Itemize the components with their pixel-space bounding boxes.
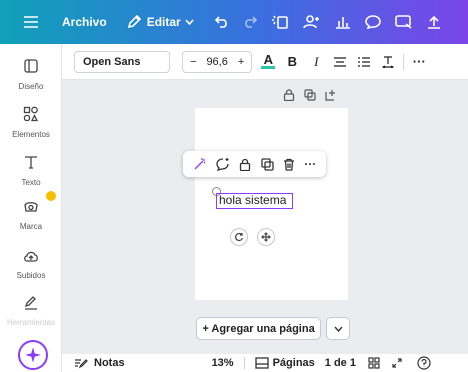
left-sidebar: Diseño Elementos Texto Marca Subidos Her… — [0, 44, 62, 372]
add-page-options-button[interactable] — [326, 317, 350, 340]
bold-button[interactable]: B — [280, 50, 304, 74]
sidebar-item-elementos[interactable]: Elementos — [0, 106, 62, 139]
premium-badge — [46, 191, 56, 201]
more-options-button[interactable]: ··· — [407, 50, 431, 74]
undo-icon[interactable] — [208, 0, 236, 44]
page-count: 1 de 1 — [324, 357, 356, 369]
font-size-input[interactable]: 96,6 — [203, 56, 230, 68]
lock-element-icon[interactable] — [239, 158, 251, 171]
move-button[interactable] — [257, 228, 275, 246]
layout-icon — [23, 58, 39, 74]
text-color-letter: A — [263, 52, 273, 67]
rotate-icon — [234, 232, 244, 242]
sidebar-item-subidos[interactable]: Subidos — [0, 249, 62, 280]
sidebar-item-label: Subidos — [16, 271, 46, 280]
trash-icon[interactable] — [283, 158, 295, 171]
decrease-size-button[interactable]: − — [183, 56, 203, 68]
font-family-select[interactable]: Open Sans — [74, 50, 170, 73]
bottom-divider — [243, 357, 245, 369]
italic-button[interactable]: I — [304, 50, 328, 74]
sidebar-item-texto[interactable]: Texto — [0, 154, 62, 187]
spacing-icon[interactable] — [376, 50, 400, 74]
duplicate-page-icon[interactable] — [304, 89, 316, 101]
element-context-menu: ··· — [183, 151, 326, 177]
sidebar-item-herramientas[interactable]: Herramientas — [0, 296, 62, 327]
top-bar: Archivo Editar — [0, 0, 468, 44]
draw-icon — [23, 296, 39, 310]
chevron-down-icon — [333, 326, 343, 332]
brand-icon — [23, 198, 39, 214]
sidebar-item-label: Herramientas — [6, 318, 55, 327]
menu-editar[interactable]: Editar — [147, 15, 181, 29]
analytics-icon[interactable] — [328, 0, 358, 44]
rotate-button[interactable] — [230, 228, 248, 246]
comment-add-icon[interactable] — [216, 157, 230, 171]
comment-icon[interactable] — [358, 0, 388, 44]
text-color-button[interactable]: A — [256, 50, 280, 74]
save-status-icon[interactable] — [264, 0, 296, 44]
sparkle-icon — [26, 348, 40, 362]
fullscreen-icon[interactable] — [392, 358, 402, 368]
page-tools — [283, 89, 337, 101]
notes-icon — [74, 357, 88, 369]
pages-button[interactable]: Páginas — [273, 357, 315, 369]
text-color-bar — [261, 66, 276, 69]
font-size-control: − 96,6 + — [182, 50, 253, 73]
sidebar-item-label: Elementos — [12, 130, 50, 139]
cloud-upload-icon — [23, 249, 39, 263]
duplicate-icon[interactable] — [260, 157, 274, 171]
menu-archivo[interactable]: Archivo — [62, 15, 107, 29]
menu-icon[interactable] — [0, 0, 62, 44]
more-actions-button[interactable]: ··· — [304, 157, 316, 171]
share-people-icon[interactable] — [296, 0, 328, 44]
increase-size-button[interactable]: + — [231, 56, 251, 68]
selected-text-element[interactable]: hola sistema — [216, 193, 293, 209]
move-icon — [261, 232, 271, 242]
toolbar-divider — [403, 53, 405, 70]
text-icon — [23, 154, 39, 170]
align-center-icon[interactable] — [328, 50, 352, 74]
add-page-icon[interactable] — [325, 89, 337, 101]
editor-app: Archivo Editar Diseño Elementos Texto Ma… — [0, 0, 468, 372]
lock-icon[interactable] — [283, 89, 295, 101]
zoom-level[interactable]: 13% — [212, 357, 234, 369]
sidebar-item-marca[interactable]: Marca — [0, 198, 62, 231]
sidebar-item-diseno[interactable]: Diseño — [0, 58, 62, 91]
chevron-down-icon[interactable] — [185, 19, 194, 25]
list-icon[interactable] — [352, 50, 376, 74]
help-icon[interactable] — [417, 356, 431, 370]
pages-icon — [254, 357, 269, 369]
grid-view-icon[interactable] — [368, 357, 380, 369]
text-toolbar: Open Sans − 96,6 + A B I ··· — [62, 44, 468, 80]
add-page-button[interactable]: + Agregar una página — [196, 317, 321, 340]
redo-icon[interactable] — [236, 0, 264, 44]
notes-button[interactable]: Notas — [94, 357, 125, 369]
pencil-icon — [127, 15, 141, 29]
present-icon[interactable] — [388, 0, 420, 44]
upload-icon[interactable] — [420, 0, 448, 44]
shapes-icon — [23, 106, 39, 122]
sidebar-item-label: Diseño — [18, 82, 44, 91]
bottom-bar: Notas 13% Páginas 1 de 1 — [62, 354, 468, 372]
magic-edit-icon[interactable] — [193, 157, 207, 171]
sidebar-item-label: Texto — [21, 178, 41, 187]
sidebar-item-label: Marca — [19, 222, 43, 231]
magic-button[interactable] — [18, 340, 48, 370]
